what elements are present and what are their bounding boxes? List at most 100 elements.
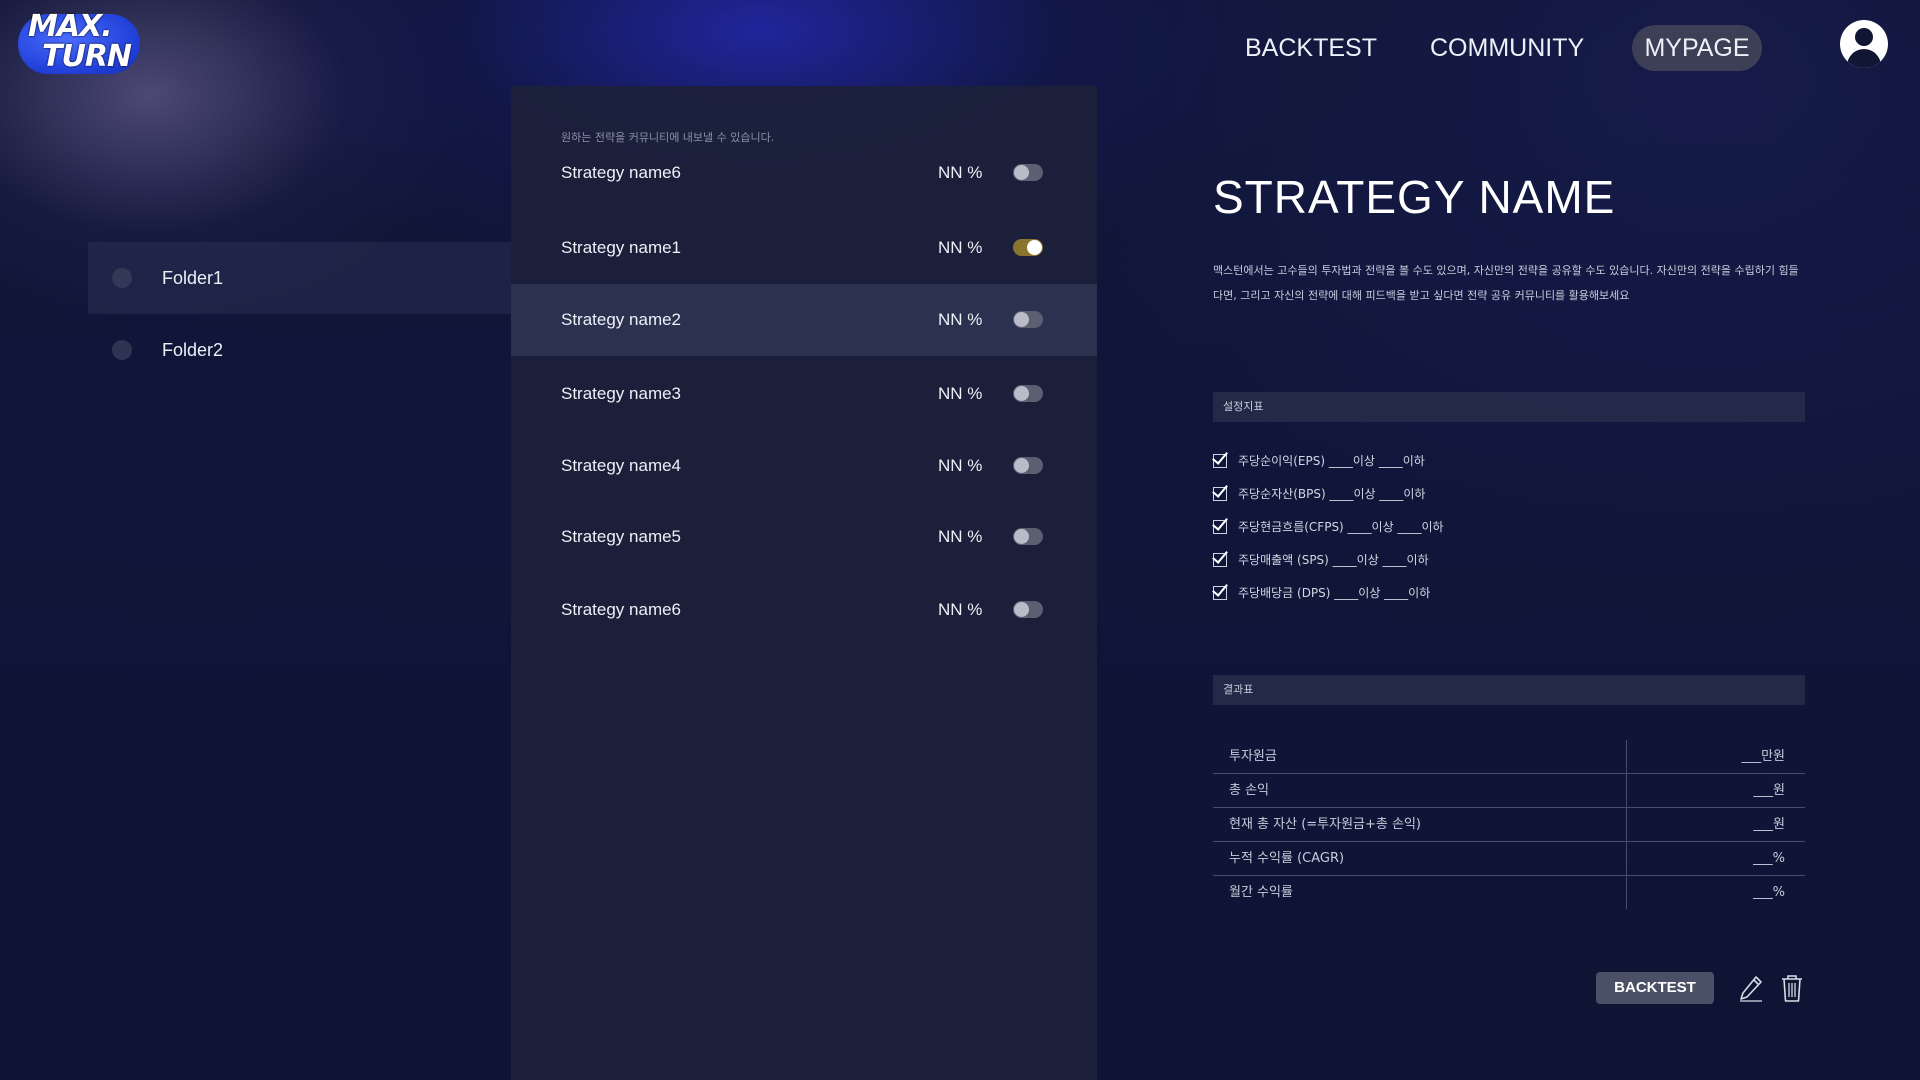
avatar-head-shape — [1855, 28, 1873, 46]
strategy-panel: 원하는 전략을 커뮤니티에 내보낼 수 있습니다. Strategy name6… — [511, 86, 1097, 1080]
trash-icon-svg — [1782, 975, 1802, 1002]
checkmark-icon — [1212, 580, 1228, 597]
strategy-description: 맥스턴에서는 고수들의 투자법과 전략을 볼 수도 있으며, 자신만의 전략을 … — [1213, 264, 1799, 302]
column-divider — [1626, 740, 1627, 773]
toggle-knob — [1014, 386, 1029, 401]
result-label: 누적 수익률 (CAGR) — [1229, 851, 1345, 866]
toggle-knob — [1014, 458, 1029, 473]
strategy-name: Strategy name1 — [561, 238, 682, 257]
result-value: ___만원 — [1741, 749, 1785, 764]
strategy-name: Strategy name3 — [561, 384, 682, 403]
export-toggle[interactable] — [1013, 239, 1043, 256]
toggle-knob — [1014, 165, 1029, 180]
strategy-percent: NN % — [938, 163, 983, 182]
column-divider — [1626, 842, 1627, 875]
strategy-name: Strategy name6 — [561, 600, 682, 619]
criteria-checkbox[interactable] — [1212, 547, 1228, 567]
toggle-knob — [1014, 602, 1029, 617]
checkmark-icon — [1212, 448, 1228, 465]
nav-community[interactable]: COMMUNITY — [1430, 25, 1584, 71]
table-row: 투자원금 ___만원 — [1213, 740, 1805, 774]
criteria-item: 주당순이익(EPS) ____이상 ____이하 — [1212, 447, 1805, 480]
result-label: 총 손익 — [1229, 783, 1270, 798]
pencil-icon-svg — [1740, 976, 1762, 1002]
checkmark-icon — [1212, 481, 1228, 498]
criteria-text: 주당순자산(BPS) ____이상 ____이하 — [1238, 487, 1426, 501]
strategy-percent: NN % — [938, 456, 983, 475]
table-row: 현재 총 자산 (=투자원금+총 손익) ___원 — [1213, 808, 1805, 842]
table-row: 총 손익 ___원 — [1213, 774, 1805, 808]
checkmark-icon — [1212, 547, 1228, 564]
folder-item-1[interactable]: Folder1 — [88, 242, 511, 314]
strategy-row[interactable]: Strategy name6 NN % — [511, 574, 1097, 646]
result-value: ___% — [1753, 851, 1785, 866]
strategy-name: Strategy name6 — [561, 163, 682, 182]
strategy-percent: NN % — [938, 238, 983, 257]
export-toggle[interactable] — [1013, 457, 1043, 474]
strategy-percent: NN % — [938, 310, 983, 329]
result-value: ___원 — [1753, 817, 1785, 832]
export-toggle[interactable] — [1013, 385, 1043, 402]
nav-mypage[interactable]: MYPAGE — [1632, 25, 1762, 71]
strategy-row[interactable]: Strategy name3 NN % — [511, 358, 1097, 430]
maxturn-logo[interactable]: MAX. TURN — [18, 12, 142, 74]
criteria-text: 주당배당금 (DPS) ____이상 ____이하 — [1238, 586, 1431, 600]
strategy-percent: NN % — [938, 384, 983, 403]
result-label: 투자원금 — [1229, 749, 1277, 764]
avatar-body-shape — [1847, 49, 1881, 68]
logo-line-2: TURN — [42, 39, 132, 74]
trash-icon[interactable] — [1777, 972, 1807, 1004]
strategy-row[interactable]: Strategy name6 NN % — [511, 137, 1097, 209]
export-toggle[interactable] — [1013, 601, 1043, 618]
strategy-name: Strategy name5 — [561, 527, 682, 546]
table-row: 월간 수익률 ___% — [1213, 876, 1805, 909]
export-toggle[interactable] — [1013, 311, 1043, 328]
column-divider — [1626, 876, 1627, 909]
strategy-row[interactable]: Strategy name2 NN % — [511, 284, 1097, 356]
result-label: 현재 총 자산 (=투자원금+총 손익) — [1229, 817, 1421, 832]
user-avatar-icon[interactable] — [1840, 20, 1888, 68]
criteria-checkbox[interactable] — [1212, 481, 1228, 501]
folder-item-2[interactable]: Folder2 — [88, 314, 511, 386]
criteria-text: 주당매출액 (SPS) ____이상 ____이하 — [1238, 553, 1429, 567]
criteria-header-label: 설정지표 — [1223, 400, 1264, 413]
column-divider — [1626, 808, 1627, 841]
folder-label: Folder1 — [162, 268, 224, 288]
results-header: 결과표 — [1213, 675, 1805, 705]
criteria-text: 주당현금흐름(CFPS) ____이상 ____이하 — [1238, 520, 1444, 534]
folder-list: Folder1 Folder2 — [88, 242, 511, 386]
result-value: ___% — [1753, 885, 1785, 900]
folder-radio[interactable] — [112, 268, 132, 288]
toggle-knob — [1014, 529, 1029, 544]
logo-text: MAX. TURN — [28, 12, 140, 72]
criteria-item: 주당현금흐름(CFPS) ____이상 ____이하 — [1212, 513, 1805, 546]
folder-radio[interactable] — [112, 340, 132, 360]
strategy-row[interactable]: Strategy name4 NN % — [511, 430, 1097, 502]
checkmark-icon — [1212, 514, 1228, 531]
backtest-button[interactable]: BACKTEST — [1596, 972, 1714, 1004]
strategy-row[interactable]: Strategy name1 NN % — [511, 212, 1097, 284]
toggle-knob — [1027, 240, 1042, 255]
table-row: 누적 수익률 (CAGR) ___% — [1213, 842, 1805, 876]
criteria-checkbox[interactable] — [1212, 448, 1228, 468]
strategy-row[interactable]: Strategy name5 NN % — [511, 501, 1097, 573]
strategy-percent: NN % — [938, 527, 983, 546]
result-label: 월간 수익률 — [1229, 885, 1293, 900]
criteria-item: 주당배당금 (DPS) ____이상 ____이하 — [1212, 579, 1805, 612]
criteria-item: 주당순자산(BPS) ____이상 ____이하 — [1212, 480, 1805, 513]
criteria-header: 설정지표 — [1213, 392, 1805, 422]
results-header-label: 결과표 — [1223, 683, 1254, 696]
pencil-icon[interactable] — [1736, 972, 1766, 1004]
criteria-checkbox[interactable] — [1212, 514, 1228, 534]
criteria-text: 주당순이익(EPS) ____이상 ____이하 — [1238, 454, 1425, 468]
strategy-title: STRATEGY NAME — [1213, 171, 1616, 223]
toggle-knob — [1014, 312, 1029, 327]
nav-backtest[interactable]: BACKTEST — [1245, 25, 1377, 71]
folder-label: Folder2 — [162, 340, 224, 360]
export-toggle[interactable] — [1013, 528, 1043, 545]
export-toggle[interactable] — [1013, 164, 1043, 181]
criteria-checkbox[interactable] — [1212, 580, 1228, 600]
results-table: 투자원금 ___만원 총 손익 ___원 현재 총 자산 (=투자원금+총 손익… — [1213, 740, 1805, 909]
strategy-name: Strategy name4 — [561, 456, 682, 475]
strategy-percent: NN % — [938, 600, 983, 619]
